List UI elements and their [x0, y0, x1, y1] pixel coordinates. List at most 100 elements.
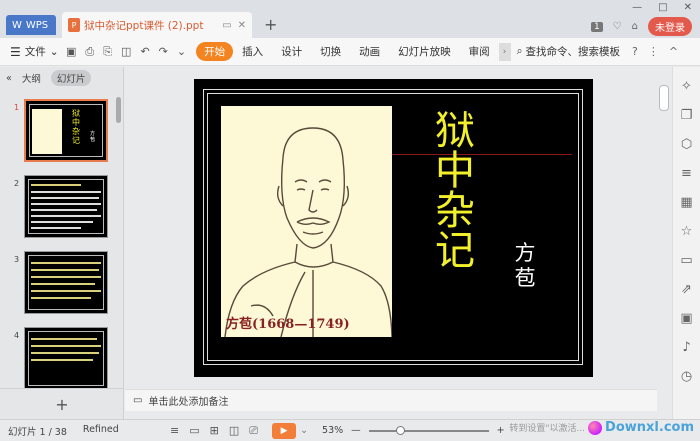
watermark: 转到设置"以激活... Downxl.com: [505, 420, 694, 435]
command-search-label: 查找命令、搜索模板: [525, 46, 620, 58]
shape-icon[interactable]: ⬡: [681, 137, 692, 152]
notes-toggle-icon[interactable]: ≡: [170, 424, 179, 438]
export-pdf-icon[interactable]: ⎙: [85, 45, 94, 59]
maximize-button[interactable]: □: [658, 2, 667, 13]
gift-icon[interactable]: ⌂: [632, 21, 638, 32]
normal-view-icon[interactable]: ▭: [189, 424, 199, 438]
play-slideshow-button[interactable]: ▶: [272, 422, 297, 439]
help-icon[interactable]: ?: [632, 45, 638, 58]
tab-animation[interactable]: 动画: [350, 44, 389, 59]
zoom-slider[interactable]: [368, 425, 489, 435]
zoom-control: 53% — +: [322, 425, 505, 436]
zoom-out-button[interactable]: —: [351, 425, 361, 436]
settings-sliders-icon[interactable]: ≡: [681, 166, 692, 181]
collapse-panel-icon[interactable]: «: [6, 73, 12, 84]
add-slide-button[interactable]: +: [0, 388, 124, 419]
thumbnail-scrollbar[interactable]: [116, 97, 121, 123]
ribbon-scroll-right-icon[interactable]: ›: [498, 42, 511, 61]
file-menu[interactable]: ☰ 文件 ⌄: [0, 44, 62, 59]
tab-review[interactable]: 审阅: [460, 44, 499, 59]
layout-icon[interactable]: ▭: [680, 253, 692, 268]
decorative-red-line: [392, 154, 572, 155]
gallery-icon[interactable]: ▦: [680, 195, 692, 210]
slide-indicator[interactable]: 幻灯片 1 / 38: [8, 424, 67, 438]
notes-pane[interactable]: ▭ 单击此处添加备注: [125, 389, 657, 411]
tab-monitor-icon[interactable]: ▭: [222, 20, 231, 31]
tab-wps-label: WPS: [25, 19, 49, 31]
search-icon: ⌕: [516, 45, 523, 57]
portrait-image[interactable]: [221, 106, 392, 337]
author-char: 方: [514, 241, 536, 265]
zoom-level[interactable]: 53%: [322, 425, 343, 436]
tab-home[interactable]: 开始: [196, 42, 234, 61]
audio-icon[interactable]: ♪: [682, 340, 690, 355]
print-preview-icon[interactable]: ◫: [121, 45, 131, 59]
author-char: 苞: [514, 266, 536, 290]
share-icon[interactable]: ⋮: [648, 45, 659, 58]
presenter-view-icon[interactable]: ⎚: [249, 424, 258, 438]
new-tab-button[interactable]: +: [264, 15, 277, 34]
tab-insert[interactable]: 插入: [233, 44, 272, 59]
slide-thumbnail-2[interactable]: [24, 175, 108, 238]
thumbnail-number: 4: [14, 331, 20, 340]
zoom-in-button[interactable]: +: [497, 425, 505, 436]
slide-thumbnail-3[interactable]: [24, 251, 108, 314]
redo-icon[interactable]: ↷: [159, 45, 168, 59]
title-char: 中: [435, 148, 475, 194]
slide-title[interactable]: 狱 中 杂 记: [430, 111, 480, 271]
star-icon[interactable]: ☆: [681, 224, 693, 239]
window-count-badge[interactable]: 1: [590, 21, 603, 32]
play-options-icon[interactable]: ⌄: [300, 425, 308, 436]
zoom-slider-thumb[interactable]: [396, 425, 406, 435]
tab-transition[interactable]: 切换: [311, 44, 350, 59]
title-char: 狱: [435, 108, 475, 154]
slide-author[interactable]: 方 苞: [510, 241, 540, 291]
title-right-tools: 1 ♡ ⌂ 未登录: [590, 17, 692, 36]
slide-thumbnail-1[interactable]: 狱中杂记 方苞: [24, 99, 108, 162]
undo-icon[interactable]: ↶: [140, 45, 149, 59]
menu-icon: ☰: [10, 44, 21, 59]
slide-panel: « 大纲 幻灯片 1 狱中杂记 方苞 2 3 4 +: [0, 67, 124, 419]
portrait-sketch: [224, 127, 392, 337]
copy-icon[interactable]: ❐: [681, 108, 693, 123]
reading-view-icon[interactable]: ◫: [229, 424, 239, 438]
tab-slides[interactable]: 幻灯片: [50, 70, 92, 86]
chevron-down-icon: ⌄: [49, 45, 59, 58]
file-menu-label: 文件: [24, 46, 46, 58]
design-icon[interactable]: ✧: [681, 79, 692, 94]
tab-document-label: 狱中杂记ppt课件 (2).ppt: [84, 19, 204, 32]
thumbnail-number: 2: [14, 179, 20, 188]
tab-design[interactable]: 设计: [272, 44, 311, 59]
ppt-file-icon: P: [68, 18, 80, 32]
title-char: 杂: [435, 188, 475, 234]
login-button[interactable]: 未登录: [648, 17, 692, 36]
right-sidebar: ✧ ❐ ⬡ ≡ ▦ ☆ ▭ ⇗ ▣ ♪ ◷: [672, 67, 700, 419]
tab-wps-home[interactable]: W WPS: [6, 15, 56, 35]
slide-sorter-icon[interactable]: ⊞: [210, 424, 219, 438]
notes-placeholder: 单击此处添加备注: [148, 397, 229, 408]
tab-close-icon[interactable]: ✕: [238, 20, 246, 31]
print-icon[interactable]: ⎘: [103, 45, 112, 59]
tab-slideshow[interactable]: 幻灯片放映: [389, 44, 460, 59]
canvas-scrollbar[interactable]: [659, 85, 669, 111]
save-icon[interactable]: ▣: [66, 45, 76, 59]
notes-icon: ▭: [133, 395, 143, 406]
watermark-text: Downxl.com: [605, 420, 694, 435]
ribbon: ☰ 文件 ⌄ ▣ ⎙ ⎘ ◫ ↶ ↷ ⌄ 开始 插入 设计 切换 动画 幻灯片放…: [0, 38, 700, 66]
close-button[interactable]: ✕: [684, 2, 692, 13]
collapse-ribbon-icon[interactable]: ^: [669, 45, 678, 58]
clock-icon[interactable]: ◷: [681, 369, 692, 384]
slide-thumbnail-4[interactable]: [24, 327, 108, 388]
title-bar: — □ ✕ W WPS P 狱中杂记ppt课件 (2).ppt ▭ ✕ + 1 …: [0, 0, 700, 38]
activation-hint: 转到设置"以激活...: [509, 424, 586, 434]
tab-document[interactable]: P 狱中杂记ppt课件 (2).ppt ▭ ✕: [62, 12, 252, 38]
command-search[interactable]: ⌕ 查找命令、搜索模板: [517, 44, 620, 59]
portrait-caption: 方苞(1668—1749): [226, 317, 350, 332]
skin-icon[interactable]: ♡: [613, 21, 622, 32]
image-icon[interactable]: ▣: [680, 311, 692, 326]
minimize-button[interactable]: —: [632, 2, 642, 13]
export-icon[interactable]: ⇗: [681, 282, 692, 297]
current-slide[interactable]: 方苞(1668—1749) 狱 中 杂 记 方 苞: [194, 79, 593, 377]
tab-outline[interactable]: 大纲: [22, 71, 41, 85]
more-icon[interactable]: ⌄: [177, 45, 186, 59]
